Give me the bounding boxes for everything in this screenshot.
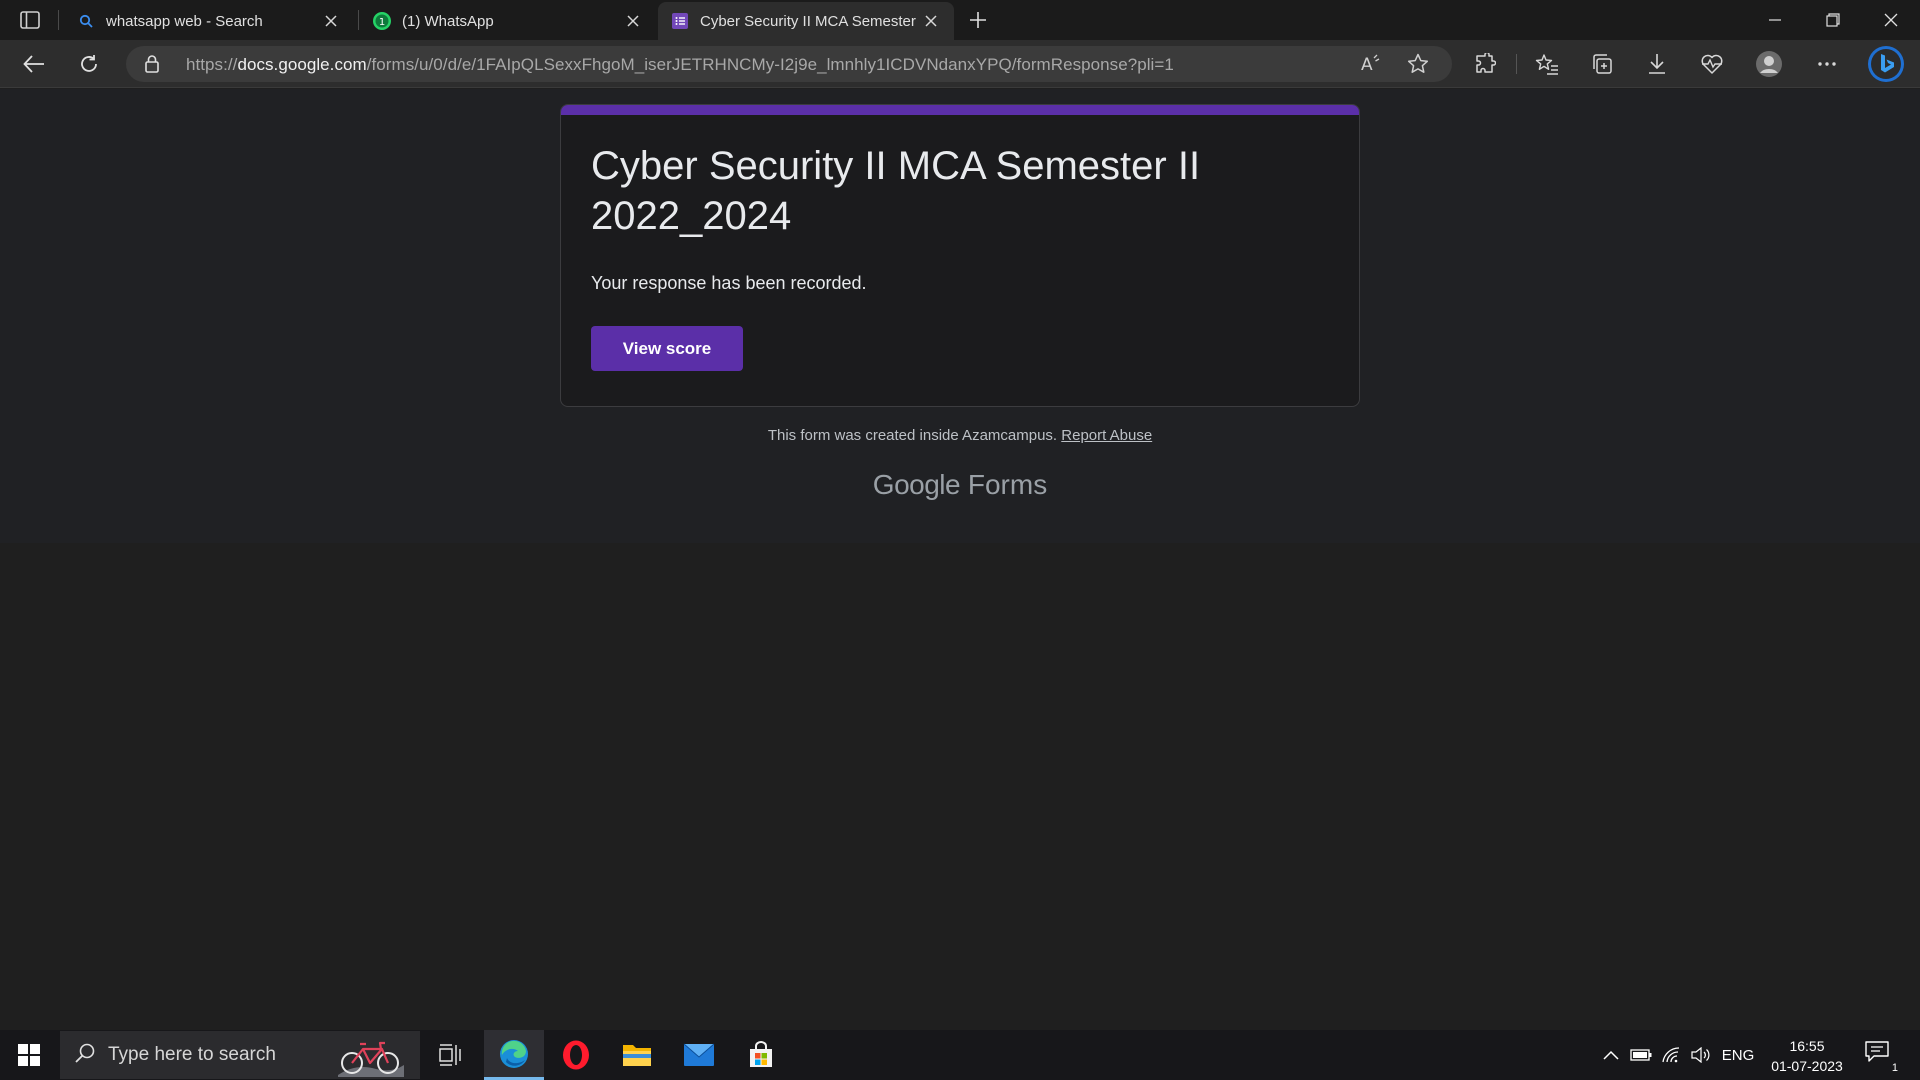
tab-title: whatsapp web - Search <box>106 12 263 30</box>
svg-text:A: A <box>1361 55 1373 75</box>
empty-page-area <box>0 543 1920 1030</box>
window-controls <box>1746 0 1920 40</box>
close-tab-icon[interactable] <box>320 10 342 32</box>
battery-icon[interactable] <box>1628 1030 1654 1080</box>
google-wordmark: Google <box>872 469 961 500</box>
report-abuse-link[interactable]: Report Abuse <box>1061 427 1152 444</box>
google-forms-icon <box>670 11 690 31</box>
tab-actions-icon[interactable] <box>14 8 46 32</box>
taskbar-search-box[interactable]: Type here to search <box>60 1031 420 1079</box>
windows-start-icon[interactable] <box>0 1030 58 1080</box>
form-footer-note: This form was created inside Azamcampus.… <box>0 427 1920 444</box>
tab-separator <box>358 10 359 30</box>
notification-count: 1 <box>1891 1062 1898 1074</box>
form-page: Cyber Security II MCA Semester II 2022_2… <box>0 89 1920 543</box>
system-clock[interactable]: 16:55 01-07-2023 <box>1760 1036 1854 1076</box>
tab-separator <box>58 10 59 30</box>
refresh-icon[interactable] <box>71 48 107 80</box>
file-explorer-icon[interactable] <box>608 1030 666 1080</box>
form-accent-bar <box>561 105 1359 115</box>
windows-taskbar: Type here to search ENG 16:55 01-07-2023 <box>0 1030 1920 1080</box>
notification-center-icon[interactable]: 1 <box>1864 1040 1900 1074</box>
search-highlight-bicycle-icon[interactable] <box>336 1035 406 1080</box>
confirmation-message: Your response has been recorded. <box>591 273 867 293</box>
search-placeholder: Type here to search <box>108 1044 276 1065</box>
form-title: Cyber Security II MCA Semester II 2022_2… <box>591 144 1201 238</box>
browser-toolbar: https://docs.google.com/forms/u/0/d/e/1F… <box>0 40 1920 88</box>
whatsapp-badge: 1 <box>379 17 385 28</box>
close-tab-icon[interactable] <box>920 10 942 32</box>
clock-time: 16:55 <box>1789 1038 1825 1054</box>
browser-essentials-icon[interactable] <box>1694 48 1730 80</box>
view-score-button[interactable]: View score <box>591 326 743 371</box>
volume-icon[interactable] <box>1688 1030 1714 1080</box>
google-forms-logo[interactable]: Google Forms <box>0 469 1920 501</box>
address-bar[interactable]: https://docs.google.com/forms/u/0/d/e/1F… <box>126 46 1452 82</box>
collections-icon[interactable] <box>1584 48 1620 80</box>
chevron-up-icon[interactable] <box>1598 1030 1624 1080</box>
read-aloud-icon[interactable]: A <box>1358 52 1382 81</box>
tab-whatsapp-search[interactable]: whatsapp web - Search <box>64 2 354 40</box>
lock-icon[interactable] <box>144 54 160 79</box>
close-window-icon[interactable] <box>1862 0 1920 40</box>
downloads-icon[interactable] <box>1639 48 1675 80</box>
profile-avatar-icon[interactable] <box>1751 48 1787 80</box>
back-icon[interactable] <box>16 48 52 80</box>
search-icon <box>74 1042 96 1069</box>
microsoft-store-icon[interactable] <box>732 1030 790 1080</box>
url-text: https://docs.google.com/forms/u/0/d/e/1F… <box>186 55 1174 74</box>
tab-title: Cyber Security II MCA Semester II 2022_2… <box>700 12 920 30</box>
clock-date: 01-07-2023 <box>1771 1058 1843 1074</box>
tab-whatsapp[interactable]: 1 (1) WhatsApp <box>360 2 656 40</box>
more-options-icon[interactable] <box>1809 48 1845 80</box>
toolbar-divider <box>1516 54 1517 74</box>
whatsapp-icon: 1 <box>372 11 392 31</box>
form-response-card: Cyber Security II MCA Semester II 2022_2… <box>560 104 1360 407</box>
bing-chat-icon[interactable] <box>1866 44 1906 84</box>
minimize-icon[interactable] <box>1746 0 1804 40</box>
close-tab-icon[interactable] <box>622 10 644 32</box>
tab-title: (1) WhatsApp <box>402 12 494 30</box>
opera-browser-icon[interactable] <box>547 1030 605 1080</box>
extensions-icon[interactable] <box>1467 48 1503 80</box>
task-view-icon[interactable] <box>421 1030 479 1080</box>
search-icon <box>76 11 96 31</box>
footer-text: This form was created inside Azamcampus. <box>767 427 1058 444</box>
forms-wordmark: Forms <box>967 469 1048 500</box>
favorite-star-icon[interactable] <box>1406 52 1430 81</box>
language-indicator[interactable]: ENG <box>1718 1030 1758 1080</box>
mail-icon[interactable] <box>670 1030 728 1080</box>
favorites-icon[interactable] <box>1529 48 1565 80</box>
restore-icon[interactable] <box>1804 0 1862 40</box>
wifi-icon[interactable] <box>1658 1030 1684 1080</box>
tab-cyber-security-form[interactable]: Cyber Security II MCA Semester II 2022_2… <box>658 2 954 40</box>
new-tab-icon[interactable] <box>963 6 993 34</box>
tab-strip: whatsapp web - Search 1 (1) WhatsApp Cyb… <box>0 0 1920 40</box>
edge-browser-icon[interactable] <box>484 1030 544 1080</box>
